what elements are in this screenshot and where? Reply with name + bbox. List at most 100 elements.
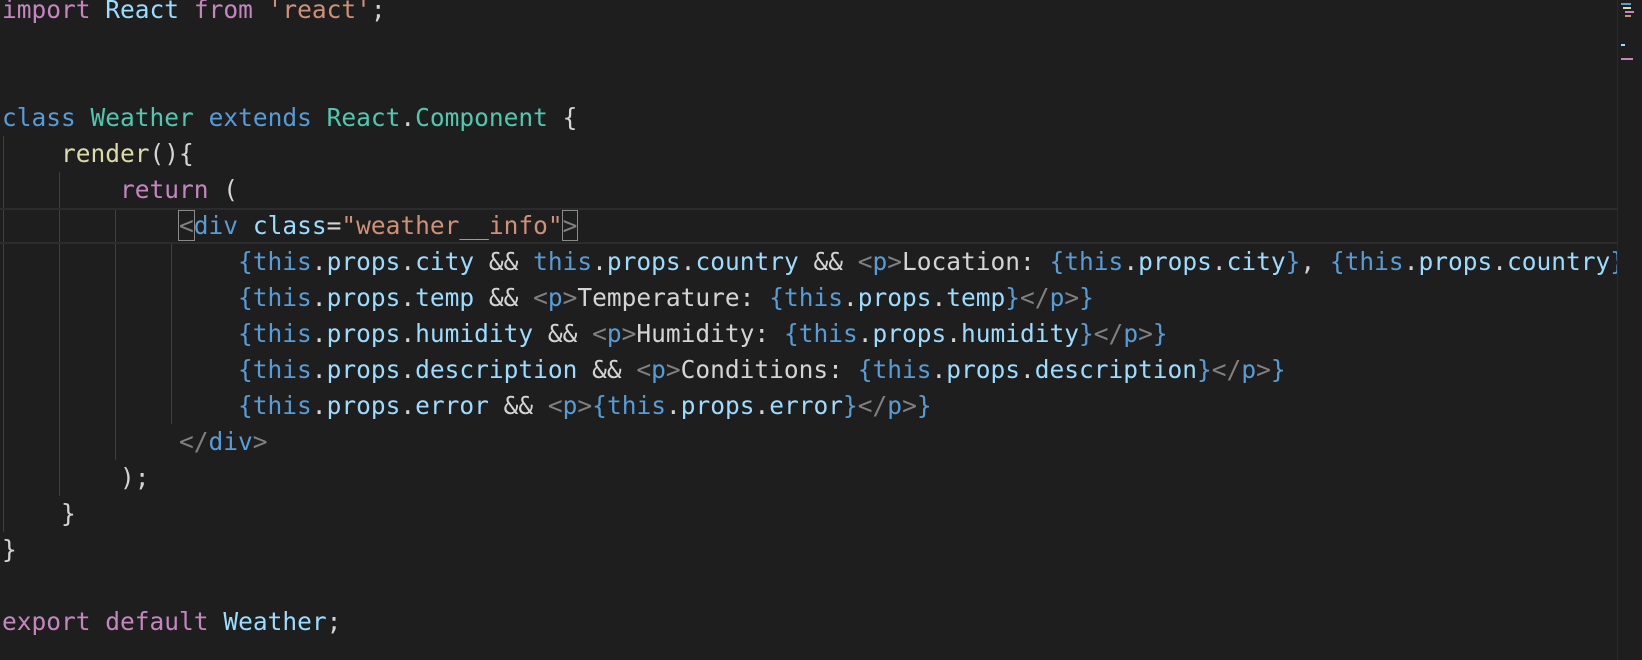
code-token: { [547,103,578,132]
code-token: city [415,247,475,276]
code-line[interactable]: return ( [0,172,1618,208]
code-token: < [636,355,652,384]
code-token: { [769,283,784,312]
code-line[interactable] [0,64,1618,100]
indent-guide [115,210,116,242]
code-line[interactable] [0,568,1618,604]
indent-guide [3,280,4,316]
code-token: props [326,355,401,384]
code-token: . [946,319,962,348]
indent-guide [59,388,60,424]
code-token: p [1123,319,1139,348]
code-token: . [1211,247,1227,276]
code-token: from [193,0,253,24]
code-token: div [208,427,253,456]
indent-guide [115,424,116,460]
code-line[interactable]: class Weather extends React.Component { [0,100,1618,136]
code-token: < [592,319,607,348]
code-editor[interactable]: import React from 'react'; class Weather … [0,0,1642,660]
code-line[interactable]: {this.props.description && <p>Conditions… [0,352,1618,388]
code-token: . [1492,247,1507,276]
indent-guide [115,280,116,316]
minimap[interactable] [1617,0,1642,660]
indent-guide [59,460,60,496]
code-token: . [400,319,416,348]
minimap-line [1621,44,1625,46]
code-token: } [843,391,858,420]
code-token: } [1079,283,1094,312]
code-token: } [1197,355,1212,384]
code-token: props [326,247,401,276]
code-line[interactable]: } [0,496,1618,532]
code-token: . [311,283,327,312]
code-token: class [252,211,327,240]
code-line[interactable]: </div> [0,424,1618,460]
code-token: Component [415,103,548,132]
indent-guide [59,352,60,388]
code-token: React [105,0,180,24]
code-line[interactable]: export default Weather; [0,604,1618,640]
minimap-line [1623,7,1631,9]
code-token: . [857,319,873,348]
code-token: { [238,355,253,384]
code-token: Temperature: [577,283,770,312]
code-line[interactable] [0,28,1618,64]
code-token: </ [179,427,209,456]
code-line[interactable]: ); [0,460,1618,496]
code-token: . [311,355,327,384]
code-token: > [561,210,579,241]
code-line[interactable]: {this.props.city && this.props.country &… [0,244,1642,280]
code-line[interactable]: } [0,532,1618,568]
code-token: country [695,247,799,276]
code-token: props [326,391,401,420]
code-token: temp [415,283,475,312]
code-token: < [533,283,548,312]
code-line[interactable]: <div class="weather__info"> [0,208,1618,244]
indent-guide [59,210,60,242]
code-area[interactable]: import React from 'react'; class Weather … [0,0,1642,640]
code-token: } [2,535,17,564]
code-token: this [252,391,312,420]
code-token: } [1152,319,1168,348]
minimap-line [1621,3,1631,5]
code-token: Location: [902,247,1050,276]
code-token: p [1241,355,1257,384]
code-token: && [474,247,534,276]
code-token: } [1270,355,1286,384]
code-line[interactable]: {this.props.temp && <p>Temperature: {thi… [0,280,1618,316]
code-line[interactable]: render(){ [0,136,1618,172]
code-token: props [326,319,401,348]
code-token: description [1034,355,1198,384]
code-token: props [680,391,755,420]
code-token: ); [120,463,150,492]
indent-guide [59,424,60,460]
code-token: { [238,391,253,420]
code-token: props [857,283,932,312]
code-token: 'react' [267,0,371,24]
code-line[interactable]: {this.props.humidity && <p>Humidity: {th… [0,316,1618,352]
code-line[interactable]: {this.props.error && <p>{this.props.erro… [0,388,1618,424]
code-token: = [326,211,342,240]
code-token: description [415,355,578,384]
code-token: < [178,210,195,241]
code-token: this [252,319,312,348]
code-token: "weather__info" [341,211,563,240]
code-token: p [606,319,622,348]
code-token: this [1344,247,1404,276]
code-line[interactable]: import React from 'react'; [0,0,1618,28]
code-token: . [400,247,416,276]
code-token: this [533,247,593,276]
code-token: p [651,355,666,384]
code-token: props [606,247,681,276]
code-token: { [238,283,253,312]
code-token: > [577,391,593,420]
code-token: && [577,355,637,384]
code-token: this [1064,247,1124,276]
